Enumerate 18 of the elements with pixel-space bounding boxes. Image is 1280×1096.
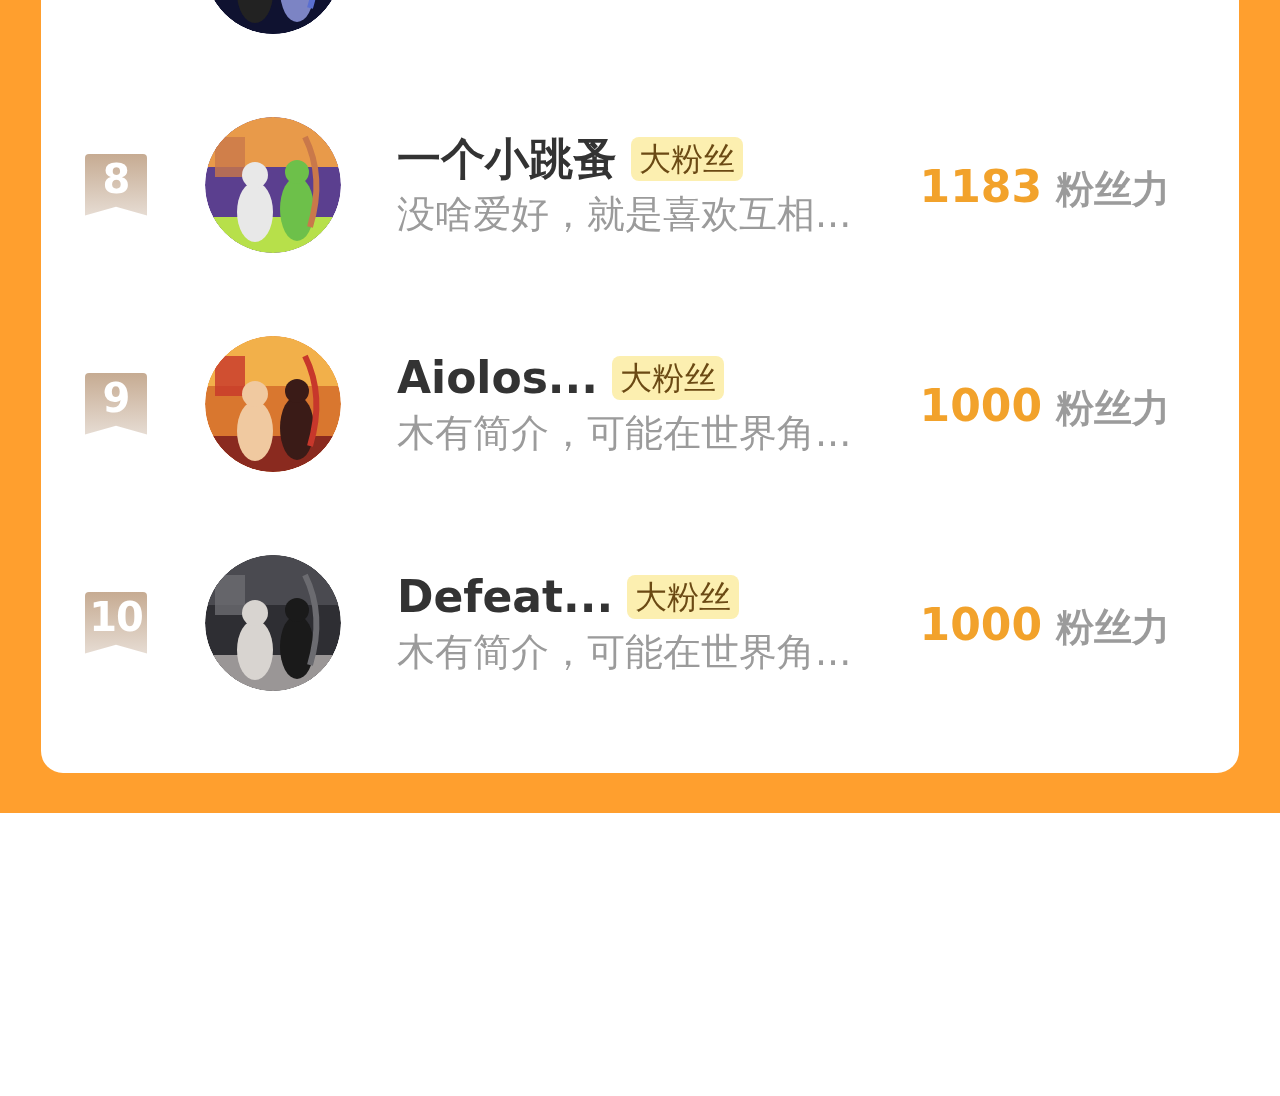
rank-badge: 10 [85, 591, 147, 654]
fan-power-score: 1183 [919, 160, 1042, 212]
user-bio: 没啥爱好，就是喜欢互相... [397, 190, 853, 238]
user-name[interactable]: 一个小跳蚤 [397, 131, 617, 186]
user-name[interactable]: Defeat... [397, 569, 614, 624]
fan-power-label: 粉丝力 [1056, 384, 1170, 432]
fan-power-label: 粉丝力 [1056, 165, 1170, 213]
fan-level-tag: 大粉丝 [612, 355, 724, 400]
user-bio: 木有简介，可能在世界角... [397, 628, 853, 676]
rank-badge: 9 [85, 372, 147, 435]
fan-level-tag: 大粉丝 [627, 574, 740, 619]
fan-power-label: 粉丝力 [1056, 603, 1170, 651]
rank-badge: 8 [85, 153, 147, 216]
user-bio: 木有简介，可能在世界角... [397, 409, 853, 457]
fan-level-tag: 大粉丝 [631, 136, 743, 181]
fan-power-score: 1000 [919, 598, 1042, 650]
fan-power-score: 1000 [919, 379, 1042, 431]
user-name[interactable]: Aiolos... [397, 350, 598, 405]
